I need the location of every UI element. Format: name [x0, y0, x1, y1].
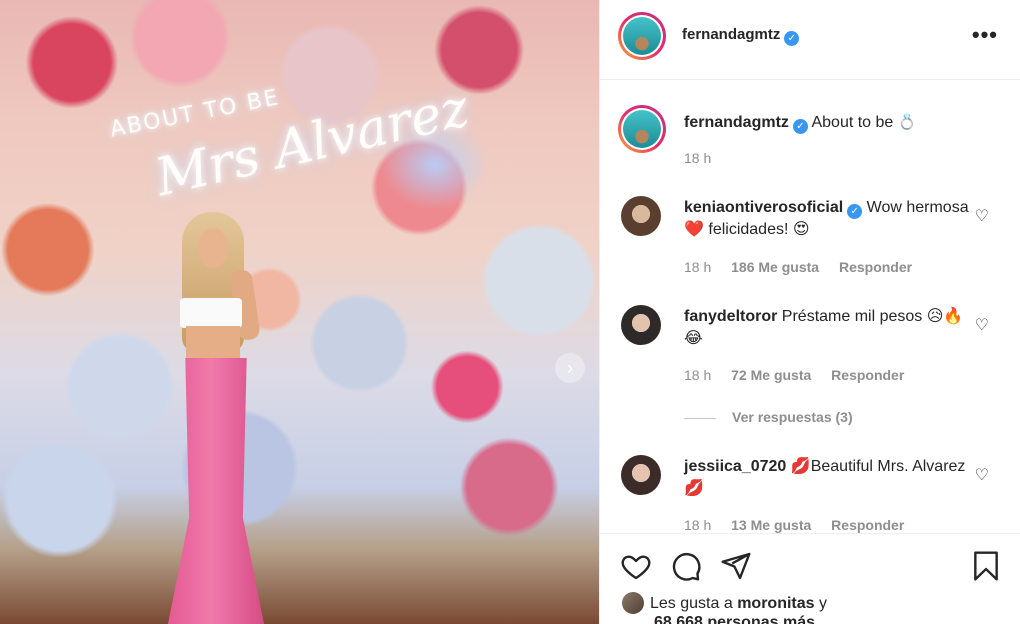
more-options-icon[interactable]: ••• — [972, 22, 998, 48]
comment-username[interactable]: fanydeltoror — [684, 308, 777, 325]
comment-like-heart-icon[interactable]: ♡ — [975, 465, 989, 485]
comment-likes[interactable]: 186 Me gusta — [731, 259, 819, 275]
comments-list: fernandagmtz ✓ About to be 💍 18 h keniaon… — [600, 81, 1020, 533]
comment-meta: 18 h 13 Me gusta Responder — [684, 517, 920, 533]
comment-text: keniaontiverosoficial ✓ Wow hermosa ❤️ fe… — [684, 197, 974, 241]
likes-count-line: 68.668 personas más — [654, 614, 815, 624]
caption-username[interactable]: fernandagmtz — [684, 114, 789, 131]
reply-button[interactable]: Responder — [831, 367, 904, 383]
likes-prefix: Les gusta a — [650, 595, 733, 612]
comment-avatar[interactable] — [621, 196, 661, 236]
comment-username[interactable]: keniaontiverosoficial — [684, 199, 843, 216]
verified-badge-icon: ✓ — [847, 204, 863, 219]
reply-button[interactable]: Responder — [839, 259, 912, 275]
comment-time[interactable]: 18 h — [684, 259, 711, 275]
liker-username[interactable]: moronitas — [737, 595, 814, 612]
likes-summary: Les gusta a moronitas y — [622, 592, 827, 614]
carousel-next-icon[interactable]: › — [555, 353, 585, 383]
comment-text: jessiica_0720 💋Beautiful Mrs. Alvarez💋 — [684, 456, 974, 500]
comment-meta: 18 h 186 Me gusta Responder — [684, 259, 928, 275]
comment-like-heart-icon[interactable]: ♡ — [975, 206, 989, 226]
share-icon[interactable] — [720, 550, 752, 582]
heart-icon[interactable] — [620, 550, 652, 582]
verified-badge-icon: ✓ — [784, 31, 800, 46]
comment-likes[interactable]: 13 Me gusta — [731, 517, 811, 533]
bookmark-icon[interactable] — [970, 550, 1002, 582]
caption-text: fernandagmtz ✓ About to be 💍 — [684, 111, 974, 134]
likes-count[interactable]: 68.668 personas más — [654, 614, 815, 624]
likes-connector: y — [818, 595, 827, 612]
person-midriff — [186, 326, 240, 362]
post-photo[interactable]: ABOUT TO BE Mrs Alvarez › — [0, 0, 599, 624]
view-replies-button[interactable]: Ver respuestas (3) — [684, 409, 853, 425]
caption-avatar[interactable] — [618, 105, 666, 153]
post-side-panel: fernandagmtz ✓ ••• fernandagmtz ✓ About to… — [599, 0, 1020, 624]
person-face — [198, 228, 228, 268]
comment-like-heart-icon[interactable]: ♡ — [975, 315, 989, 335]
author-avatar[interactable] — [618, 12, 666, 60]
caption-meta: 18 h — [684, 150, 727, 166]
comment-time[interactable]: 18 h — [684, 367, 711, 383]
verified-badge-icon: ✓ — [792, 119, 808, 134]
comment-username[interactable]: jessiica_0720 — [684, 458, 786, 475]
comment-text: fanydeltoror Préstame mil pesos 😥🔥😂 — [684, 306, 974, 350]
post-header: fernandagmtz ✓ ••• — [600, 0, 1020, 80]
ring-emoji: 💍 — [897, 113, 917, 131]
caption-body: About to be — [811, 114, 894, 131]
comment-avatar[interactable] — [621, 305, 661, 345]
comment-avatar[interactable] — [621, 455, 661, 495]
comment-likes[interactable]: 72 Me gusta — [731, 367, 811, 383]
reply-button[interactable]: Responder — [831, 517, 904, 533]
person-pants — [168, 358, 264, 624]
comment-meta: 18 h 72 Me gusta Responder — [684, 367, 920, 383]
caption-time[interactable]: 18 h — [684, 150, 711, 166]
comment-time[interactable]: 18 h — [684, 517, 711, 533]
author-name-row: fernandagmtz ✓ — [682, 26, 800, 46]
comment-icon[interactable] — [670, 550, 702, 582]
liker-avatar[interactable] — [622, 592, 644, 614]
author-username[interactable]: fernandagmtz — [682, 26, 780, 43]
action-bar — [600, 533, 1020, 591]
person-top — [180, 298, 242, 328]
